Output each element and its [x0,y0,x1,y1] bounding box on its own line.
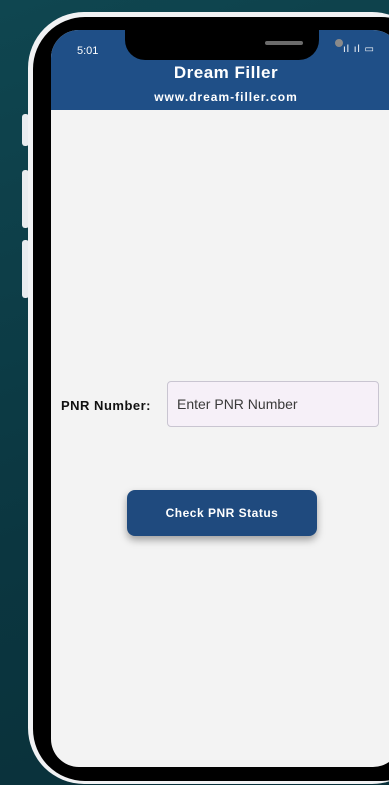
pnr-label: PNR Number: [61,398,152,413]
camera-icon [335,39,343,47]
app-title: Dream Filler [173,63,279,82]
app-header: 5:01 ıl ıl ▭ Dream Filler www.dream-fill… [51,30,389,110]
phone-screen: 5:01 ıl ıl ▭ Dream Filler www.dream-fill… [51,30,389,767]
device-mockup: 5:01 ıl ıl ▭ Dream Filler www.dream-fill… [0,0,389,785]
app-subtitle: www.dream-filler.com [154,90,298,104]
notch [125,30,343,60]
signal-battery-icon: ıl ıl ▭ [342,44,375,55]
speaker-icon [265,41,303,45]
check-pnr-status-button[interactable]: Check PNR Status [127,490,317,536]
pnr-input[interactable] [167,381,379,427]
status-time: 5:01 [77,45,99,57]
